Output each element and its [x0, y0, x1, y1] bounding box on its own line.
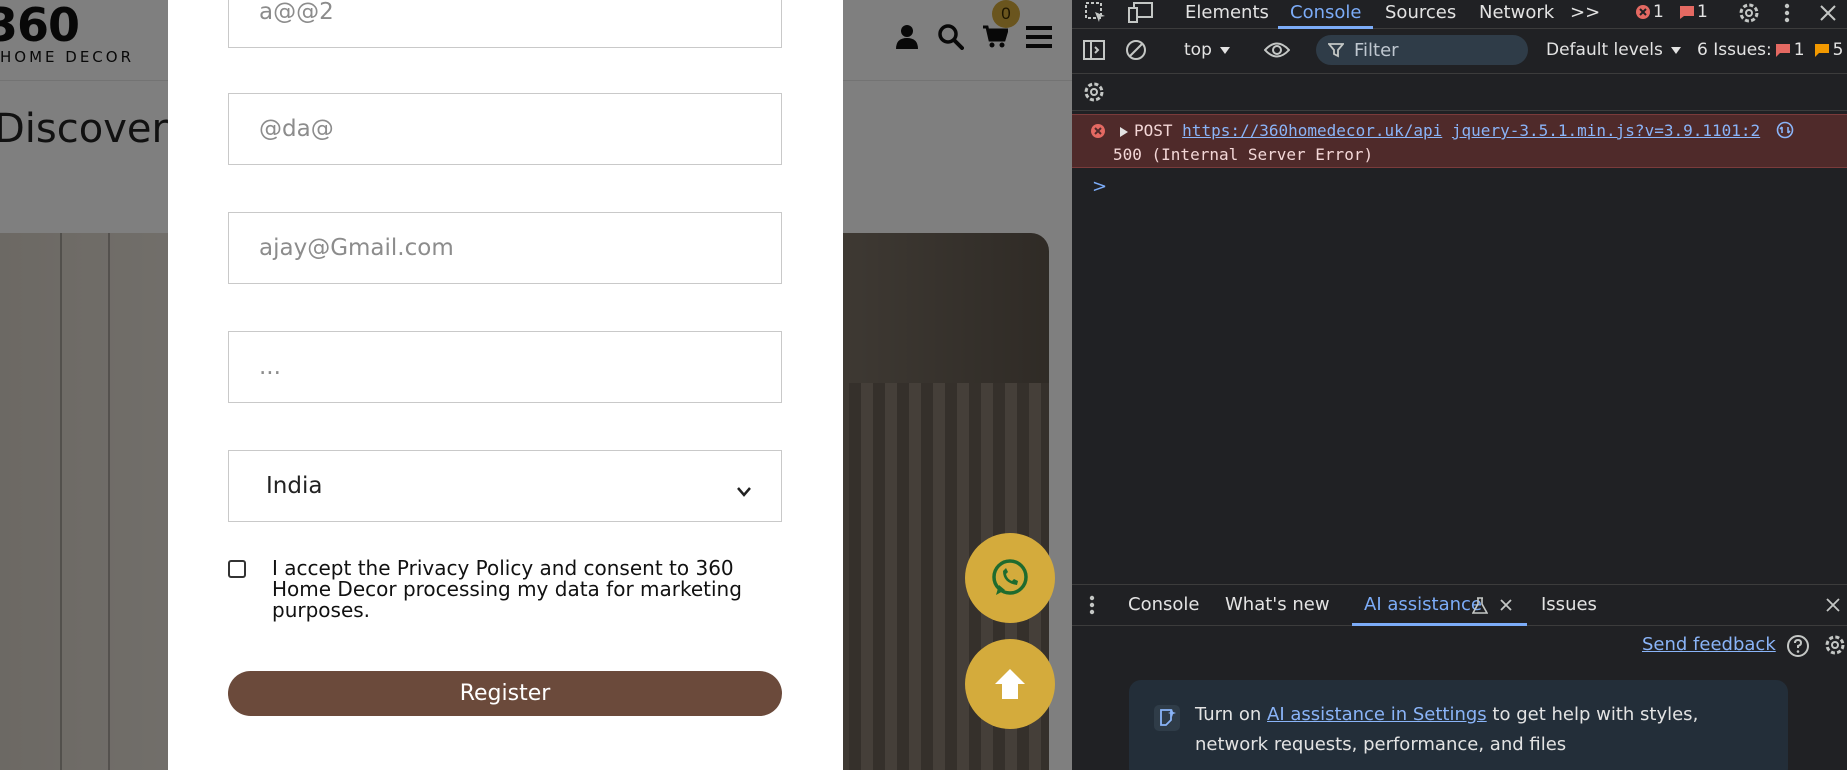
console-prompt[interactable]: > — [1092, 176, 1107, 197]
issues-warning-count: 5 — [1832, 40, 1844, 60]
more-tabs-button[interactable]: >> — [1570, 0, 1600, 28]
devtools-tabbar: Elements Console Sources Network >> 1 1 — [1072, 0, 1847, 29]
drawer-menu-icon[interactable] — [1086, 592, 1098, 618]
error-source-link[interactable]: jquery-3.5.1.min.js?v=3.9.1101:2 — [1452, 121, 1760, 140]
whatsapp-button[interactable] — [965, 533, 1055, 623]
close-devtools-icon[interactable] — [1816, 0, 1840, 26]
ai-sparkle-icon — [1154, 705, 1180, 731]
close-drawer-icon[interactable] — [1826, 598, 1840, 612]
filter-placeholder: Filter — [1354, 39, 1399, 61]
live-expression-eye-icon[interactable] — [1262, 37, 1292, 63]
chevron-down-icon — [737, 477, 751, 503]
console-toolbar: top Filter Default levels 6 Issues: 1 5 — [1072, 29, 1847, 74]
settings-gear-icon[interactable] — [1736, 0, 1762, 26]
issues-counter[interactable]: 6 Issues: 1 5 — [1697, 40, 1843, 60]
issue-warning-icon — [1814, 43, 1829, 57]
error-count: 1 — [1653, 2, 1664, 22]
drawer-tabbar: Console What's new AI assistance Issues — [1072, 584, 1847, 626]
error-status: 500 (Internal Server Error) — [1113, 145, 1374, 164]
country-select[interactable]: India — [228, 450, 782, 522]
ai-feedback-row: Send feedback — [1072, 626, 1847, 666]
issue-flag-icon — [1680, 6, 1694, 19]
issues-label: 6 Issues: — [1697, 40, 1772, 60]
tab-network[interactable]: Network — [1479, 0, 1554, 28]
network-request-icon[interactable] — [1776, 121, 1794, 139]
name-input[interactable]: @da@ — [228, 93, 782, 165]
ai-settings-gear-icon[interactable] — [1824, 634, 1846, 656]
clear-console-icon[interactable] — [1124, 37, 1148, 63]
ai-card-text: Turn on AI assistance in Settings to get… — [1195, 700, 1755, 760]
error-icon — [1636, 5, 1650, 19]
ai-card-prefix: Turn on — [1195, 704, 1268, 725]
ai-assistance-card: Turn on AI assistance in Settings to get… — [1129, 680, 1788, 770]
drawer-tab-whats-new[interactable]: What's new — [1225, 585, 1330, 625]
website-viewport: 360 HOME DECOR 0 Discover Luxury Furnish… — [0, 0, 1072, 770]
device-toolbar-icon[interactable] — [1126, 0, 1156, 26]
tab-sources[interactable]: Sources — [1385, 0, 1456, 28]
help-icon[interactable] — [1786, 634, 1810, 658]
issue-count-badge[interactable]: 1 — [1679, 2, 1708, 22]
flask-icon — [1472, 597, 1488, 614]
filter-icon — [1328, 43, 1344, 58]
log-levels-dropdown[interactable]: Default levels — [1546, 40, 1681, 60]
consent-text: I accept the Privacy Policy and consent … — [272, 556, 742, 622]
issues-error-count: 1 — [1793, 40, 1805, 60]
console-settings-icon[interactable] — [1082, 79, 1106, 105]
log-levels-label: Default levels — [1546, 40, 1663, 60]
drawer-tab-ai-assistance[interactable]: AI assistance — [1352, 585, 1527, 626]
consent-row: I accept the Privacy Policy and consent … — [228, 558, 788, 621]
kebab-menu-icon[interactable] — [1778, 0, 1796, 26]
context-selector[interactable]: top — [1184, 40, 1230, 60]
issue-count: 1 — [1697, 2, 1708, 22]
drawer-tab-console[interactable]: Console — [1128, 585, 1199, 625]
country-selected-value: India — [266, 473, 323, 499]
scroll-top-button[interactable] — [965, 639, 1055, 729]
register-button[interactable]: Register — [228, 671, 782, 716]
dropdown-arrow-icon — [1219, 46, 1230, 54]
close-tab-icon[interactable] — [1500, 599, 1512, 611]
ai-settings-link[interactable]: AI assistance in Settings — [1267, 704, 1487, 725]
error-method: POST — [1134, 121, 1173, 140]
inspect-element-icon[interactable] — [1082, 0, 1110, 26]
arrow-up-icon — [995, 669, 1025, 699]
drawer-tab-issues[interactable]: Issues — [1541, 585, 1597, 625]
error-icon — [1091, 124, 1105, 138]
console-filter-input[interactable]: Filter — [1316, 35, 1528, 65]
tab-elements[interactable]: Elements — [1185, 0, 1269, 28]
password-input[interactable]: ... — [228, 331, 782, 403]
console-error-message[interactable]: POST https://360homedecor.uk/api jquery-… — [1072, 114, 1847, 168]
sidebar-toggle-icon[interactable] — [1082, 37, 1106, 63]
error-url-link[interactable]: https://360homedecor.uk/api — [1182, 121, 1442, 140]
consent-checkbox[interactable] — [228, 560, 246, 578]
username-input[interactable]: a@@2 — [228, 0, 782, 48]
error-line-1: POST https://360homedecor.uk/api jquery-… — [1134, 121, 1794, 140]
email-input[interactable]: ajay@Gmail.com — [228, 212, 782, 284]
devtools-panel: Elements Console Sources Network >> 1 1 — [1072, 0, 1847, 770]
context-label: top — [1184, 40, 1212, 60]
console-settings-row — [1072, 74, 1847, 111]
tab-console[interactable]: Console — [1277, 0, 1375, 29]
error-count-badge[interactable]: 1 — [1635, 2, 1664, 22]
expand-arrow-icon[interactable] — [1120, 127, 1128, 137]
whatsapp-icon — [992, 559, 1028, 595]
register-modal: a@@2 @da@ ajay@Gmail.com ... India I acc… — [168, 0, 843, 770]
dropdown-arrow-icon — [1670, 46, 1681, 54]
issue-error-icon — [1775, 43, 1790, 57]
send-feedback-link[interactable]: Send feedback — [1642, 634, 1776, 655]
